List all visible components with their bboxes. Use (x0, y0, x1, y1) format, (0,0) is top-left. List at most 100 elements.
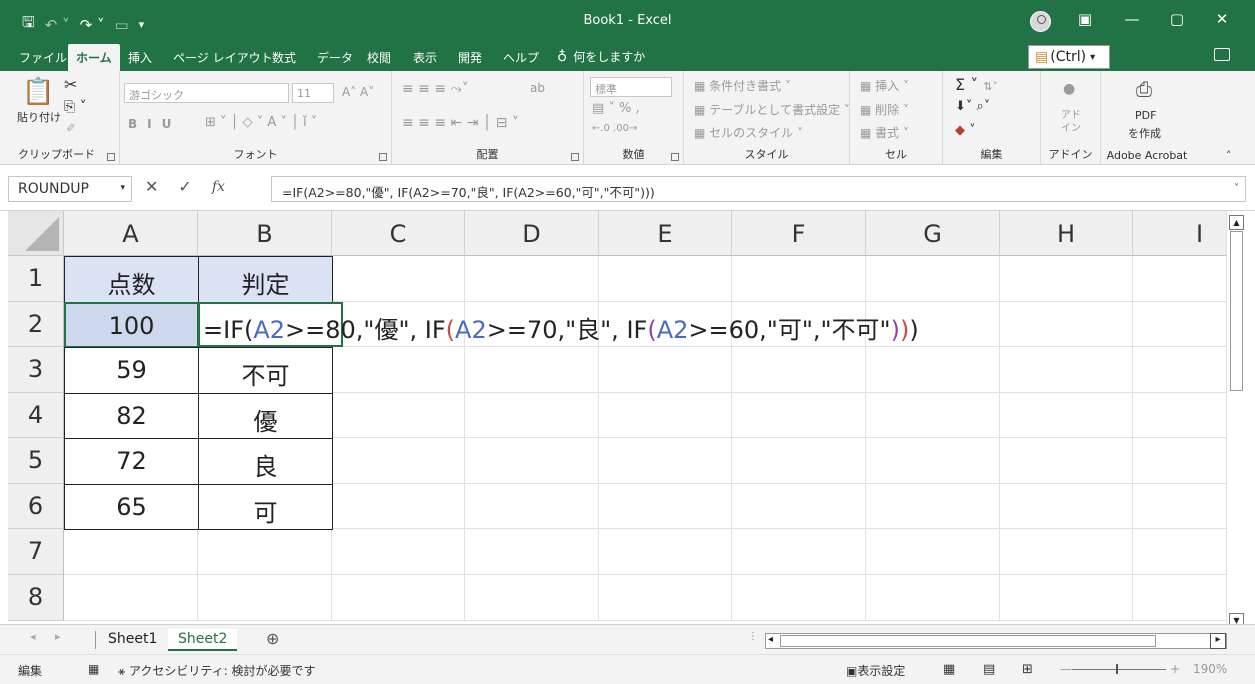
cancel-icon[interactable]: ✕ (145, 177, 158, 196)
accessibility-checker[interactable]: ⚹ アクセシビリティ: 検討が必要です (118, 662, 316, 679)
tab-review[interactable]: 校閲 (367, 49, 391, 66)
row-header-7[interactable]: 7 (8, 529, 64, 575)
pdf-label[interactable]: PDF (1135, 109, 1156, 122)
cell-a2[interactable]: 100 (64, 302, 199, 348)
cell-d7[interactable] (465, 529, 599, 575)
in-cell-formula[interactable]: =IF(A2>=80,"優", IF(A2>=70,"良", IF(A2>=60… (203, 310, 919, 345)
cell-a5[interactable]: 72 (64, 438, 199, 485)
column-header-g[interactable]: G (866, 211, 1000, 256)
cell-e6[interactable] (599, 484, 732, 529)
cell-c5[interactable] (332, 438, 465, 484)
sheet-nav-prev-icon[interactable]: ◂ (30, 630, 36, 643)
cell-b4[interactable]: 優 (198, 393, 333, 439)
collapse-ribbon-icon[interactable]: ˄ (1226, 149, 1232, 162)
row-header-6[interactable]: 6 (8, 484, 64, 529)
cell-c6[interactable] (332, 484, 465, 529)
cell-styles-button[interactable]: ▦ セルのスタイル ˅ (694, 124, 803, 141)
cell-a8[interactable] (64, 575, 198, 621)
cell-f5[interactable] (732, 438, 866, 484)
account-avatar-icon[interactable] (1030, 11, 1051, 32)
select-all-button[interactable] (8, 211, 64, 256)
vertical-align-icon[interactable]: ≡ ≡ ≡ ⤳˅ (402, 81, 469, 97)
cell-a1[interactable]: 点数 (64, 256, 199, 303)
cell-e3[interactable] (599, 347, 732, 393)
font-name-select[interactable]: 游ゴシック (124, 83, 289, 103)
cell-i6[interactable] (1133, 484, 1226, 529)
cell-a4[interactable]: 82 (64, 393, 199, 439)
zoom-slider[interactable] (1072, 669, 1166, 670)
name-box[interactable]: ROUNDUP ▾ (8, 176, 132, 202)
cell-h2[interactable] (1000, 302, 1133, 347)
sheet-tab-sheet2[interactable]: Sheet2 (168, 629, 238, 651)
enter-icon[interactable]: ✓ (178, 177, 191, 196)
cell-c3[interactable] (332, 347, 465, 393)
create-pdf-label[interactable]: を作成 (1128, 125, 1161, 141)
conditional-formatting-button[interactable]: ▦ 条件付き書式 ˅ (694, 77, 791, 94)
currency-percent-icon[interactable]: ▤ ˅ % , (592, 101, 640, 116)
wrap-text-icon[interactable]: ab (530, 81, 545, 95)
tab-formulas[interactable]: 数式 (272, 49, 296, 66)
cell-i7[interactable] (1133, 529, 1226, 575)
cell-h6[interactable] (1000, 484, 1133, 529)
format-cells-button[interactable]: ▦ 書式 ˅ (860, 124, 909, 141)
clear-icon[interactable]: ◆ ˅ (955, 123, 976, 138)
dialog-launcher-icon[interactable] (107, 153, 115, 161)
column-header-a[interactable]: A (64, 211, 198, 256)
cell-g4[interactable] (866, 393, 1000, 438)
cell-e1[interactable] (599, 256, 732, 302)
font-grow-icon[interactable]: A˄ A˅ (342, 85, 374, 99)
cell-c1[interactable] (332, 256, 465, 302)
row-header-4[interactable]: 4 (8, 393, 64, 438)
cell-a6[interactable]: 65 (64, 484, 199, 530)
cell-b8[interactable] (198, 575, 332, 621)
column-header-e[interactable]: E (599, 211, 732, 256)
normal-view-icon[interactable]: ▦ (943, 662, 955, 677)
sheet-tab-sheet1[interactable]: Sheet1 (98, 629, 167, 651)
cell-c7[interactable] (332, 529, 465, 575)
save-icon[interactable]: 🖫 (22, 12, 35, 37)
row-header-1[interactable]: 1 (8, 256, 64, 302)
tab-page-layout[interactable]: ページ レイアウト (173, 49, 273, 66)
cell-i4[interactable] (1133, 393, 1226, 438)
page-break-view-icon[interactable]: ⊞ (1022, 662, 1033, 677)
cell-a7[interactable] (64, 529, 198, 575)
column-header-f[interactable]: F (732, 211, 866, 256)
tab-data[interactable]: データ (317, 49, 353, 66)
split-handle-icon[interactable]: ⋮ (748, 631, 758, 642)
cell-d8[interactable] (465, 575, 599, 621)
cell-h4[interactable] (1000, 393, 1133, 438)
display-settings-button[interactable]: ▣表示設定 (846, 662, 905, 679)
fill-find-icon[interactable]: ⬇˅ ⌕˅ (955, 99, 990, 114)
tab-insert[interactable]: 挿入 (128, 49, 152, 66)
formula-input[interactable]: =IF(A2>=80,"優", IF(A2>=70,"良", IF(A2>=60… (271, 176, 1246, 202)
insert-function-icon[interactable]: fx (212, 179, 225, 195)
copy-icon[interactable]: ⎘ ˅ (64, 99, 87, 115)
cell-f8[interactable] (732, 575, 866, 621)
comments-icon[interactable] (1214, 48, 1230, 61)
scrollbar-thumb[interactable] (1230, 231, 1243, 391)
format-painter-icon[interactable]: ✐ (66, 121, 76, 135)
close-button[interactable]: ✕ (1207, 10, 1237, 28)
addins-button[interactable]: アド イン (1061, 109, 1081, 135)
cell-i3[interactable] (1133, 347, 1226, 393)
cell-g5[interactable] (866, 438, 1000, 484)
row-header-2[interactable]: 2 (8, 302, 64, 347)
cell-f3[interactable] (732, 347, 866, 393)
zoom-in-icon[interactable]: + (1170, 662, 1180, 676)
format-as-table-button[interactable]: ▦ テーブルとして書式設定 ˅ (694, 101, 850, 118)
cell-b6[interactable]: 可 (198, 484, 333, 530)
cell-h1[interactable] (1000, 256, 1133, 302)
zoom-level[interactable]: 190% (1193, 662, 1227, 676)
cell-b5[interactable]: 良 (198, 438, 333, 485)
tell-me-search[interactable]: ♁ 何をしますか (557, 48, 645, 65)
cell-i8[interactable] (1133, 575, 1226, 621)
tab-help[interactable]: ヘルプ (503, 49, 539, 66)
cell-i1[interactable] (1133, 256, 1226, 302)
cell-c8[interactable] (332, 575, 465, 621)
row-header-8[interactable]: 8 (8, 575, 64, 621)
cell-h8[interactable] (1000, 575, 1133, 621)
ribbon-display-options-icon[interactable]: ▣ (1070, 10, 1100, 28)
undo-icon[interactable]: ↶ ˅ (45, 16, 70, 34)
macro-record-icon[interactable]: ▦ (88, 662, 99, 676)
cell-f7[interactable] (732, 529, 866, 575)
